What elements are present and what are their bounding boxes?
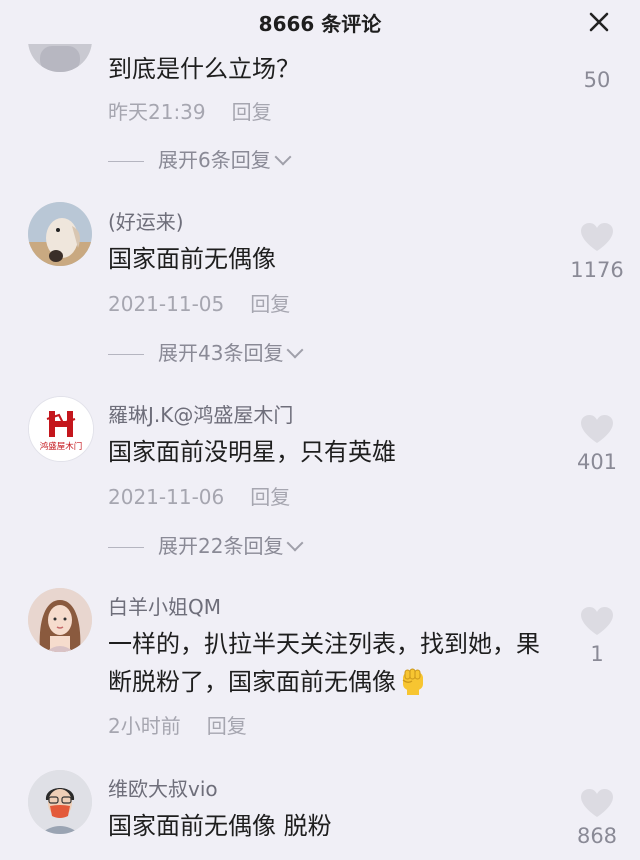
comment-time: 2021-11-06 bbox=[108, 485, 225, 509]
expand-replies-button[interactable]: 展开22条回复 bbox=[108, 530, 304, 559]
chevron-down-icon bbox=[286, 341, 304, 359]
like-count: 50 bbox=[583, 68, 611, 92]
reply-button[interactable]: 回复 bbox=[232, 100, 272, 124]
expand-replies-label: 展开6条回复 bbox=[158, 148, 271, 172]
comment-username[interactable]: 维欧大叔vio bbox=[108, 773, 218, 802]
chevron-down-icon bbox=[274, 148, 292, 166]
reply-button[interactable]: 回复 bbox=[250, 292, 290, 316]
comment-count-title: 8666 条评论 bbox=[258, 12, 382, 36]
divider-line bbox=[108, 354, 144, 355]
like-button[interactable]: 868 bbox=[566, 788, 628, 848]
comment-username[interactable]: 羅琳J.K@鸿盛屋木门 bbox=[108, 399, 293, 428]
company-logo-avatar[interactable]: 鸿盛屋木门 bbox=[28, 396, 94, 462]
comment-text: 一样的，扒拉半天关注列表，找到她，果断脱粉了，国家面前无偶像 bbox=[108, 625, 548, 701]
like-button[interactable]: 401 bbox=[566, 414, 628, 474]
like-button[interactable]: 1 bbox=[566, 606, 628, 666]
heart-icon bbox=[581, 223, 613, 251]
divider-line bbox=[108, 161, 144, 162]
close-icon[interactable] bbox=[588, 11, 610, 33]
chevron-down-icon bbox=[286, 534, 304, 552]
like-count: 868 bbox=[576, 824, 618, 848]
reply-button[interactable]: 回复 bbox=[207, 714, 247, 738]
logo-text: 鸿盛屋木门 bbox=[40, 441, 83, 452]
comment-username[interactable]: (好运来) bbox=[108, 206, 184, 235]
comment-meta: 昨天21:39 回复 bbox=[108, 96, 272, 125]
reply-button[interactable]: 回复 bbox=[250, 485, 290, 509]
like-count: 401 bbox=[576, 450, 618, 474]
expand-replies-label: 展开43条回复 bbox=[158, 341, 284, 365]
expand-replies-button[interactable]: 展开6条回复 bbox=[108, 144, 292, 173]
like-count: 1176 bbox=[570, 258, 624, 282]
comment-username[interactable]: 白羊小姐QM bbox=[108, 591, 221, 620]
man-mask-photo-avatar[interactable] bbox=[28, 770, 92, 834]
heart-icon bbox=[581, 607, 613, 635]
comment-text-content: 一样的，扒拉半天关注列表，找到她，果断脱粉了，国家面前无偶像 bbox=[108, 630, 540, 696]
expand-replies-button[interactable]: 展开43条回复 bbox=[108, 337, 304, 366]
comment-text: 到底是什么立场？ bbox=[108, 55, 300, 83]
heart-icon bbox=[581, 789, 613, 817]
comment-meta: 2小时前 回复 bbox=[108, 710, 247, 739]
dog-photo-avatar[interactable] bbox=[28, 202, 92, 266]
expand-replies-label: 展开22条回复 bbox=[158, 534, 284, 558]
comment-text: 国家面前无偶像 脱粉 bbox=[108, 812, 332, 840]
comment-text: 国家面前无偶像 bbox=[108, 245, 276, 273]
comment-meta: 2021-11-05 回复 bbox=[108, 288, 290, 317]
comment-time: 2021-11-05 bbox=[108, 292, 225, 316]
raised-fist-emoji bbox=[398, 666, 428, 696]
like-button[interactable]: 50 bbox=[566, 40, 628, 92]
heart-icon bbox=[581, 415, 613, 443]
comment-text: 国家面前没明星，只有英雄 bbox=[108, 438, 396, 466]
woman-photo-avatar[interactable] bbox=[28, 588, 92, 652]
comment-time: 2小时前 bbox=[108, 714, 181, 738]
comments-header: 8666 条评论 bbox=[0, 0, 640, 44]
like-count: 1 bbox=[590, 642, 604, 666]
like-button[interactable]: 1176 bbox=[566, 222, 628, 282]
divider-line bbox=[108, 547, 144, 548]
comment-meta: 2021-11-06 回复 bbox=[108, 481, 290, 510]
comment-time: 昨天21:39 bbox=[108, 100, 206, 124]
